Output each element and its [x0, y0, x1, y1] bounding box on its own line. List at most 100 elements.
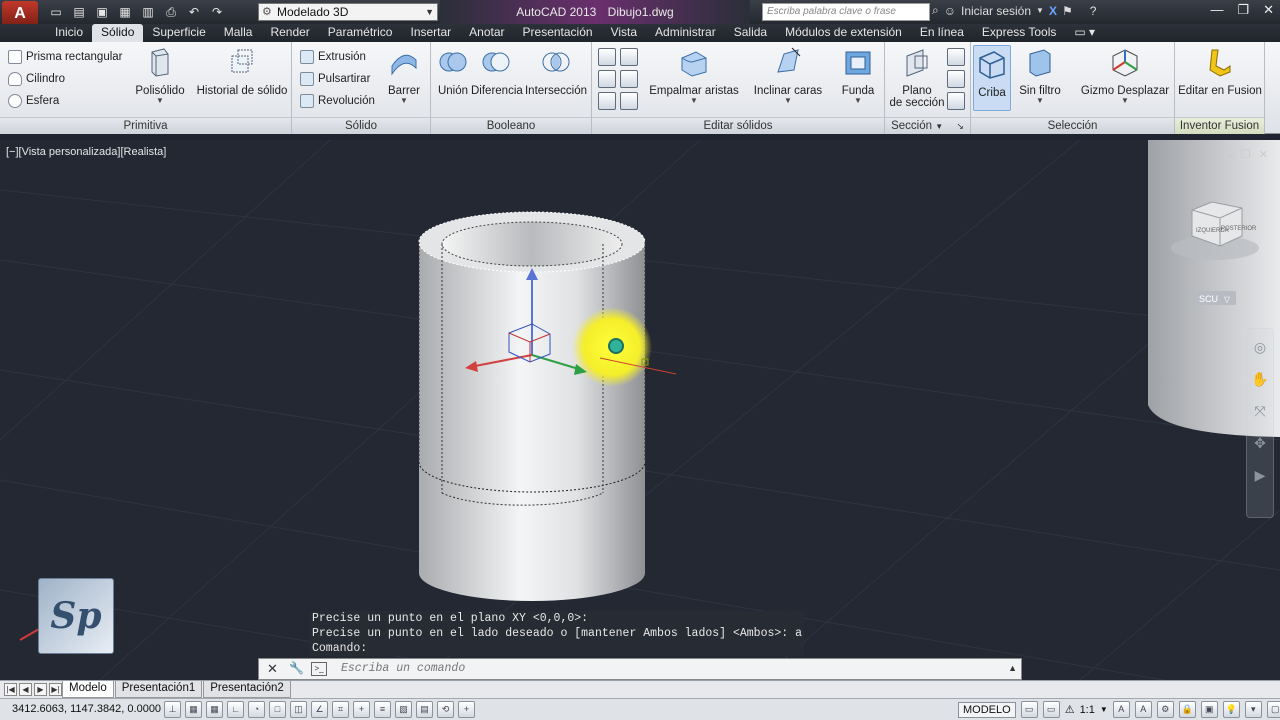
orbit-icon[interactable]: ✥	[1250, 433, 1270, 453]
ribbon-options-icon[interactable]: ▭ ▾	[1065, 24, 1104, 42]
slice-icon[interactable]	[598, 48, 616, 66]
tool-cilindro[interactable]: Cilindro	[8, 72, 65, 86]
tool-revolucion[interactable]: Revolución	[300, 94, 375, 108]
plano-seccion-button[interactable]: Plano de sección	[889, 44, 945, 109]
model-space-canvas[interactable]: IZQUIERDA POSTERIOR SCU ▽	[0, 140, 1280, 680]
osnap-icon[interactable]: □	[269, 701, 286, 718]
inclinar-caras-button[interactable]: Inclinar caras ▼	[750, 44, 826, 105]
annotation-visibility-icon[interactable]: A	[1112, 701, 1130, 718]
last-tab-icon[interactable]: ▶|	[49, 683, 62, 696]
osnap-marker[interactable]	[608, 338, 624, 354]
save-as-icon[interactable]: ▦	[115, 3, 135, 21]
undo-icon[interactable]: ↶	[184, 3, 204, 21]
tab-modelo[interactable]: Modelo	[62, 681, 114, 698]
quick-properties-icon[interactable]: ▤	[416, 701, 433, 718]
first-tab-icon[interactable]: |◀	[4, 683, 17, 696]
close-icon[interactable]: ✕	[1263, 2, 1274, 18]
dyn-icon[interactable]: +	[353, 701, 370, 718]
selection-cycling-icon[interactable]: ⟲	[437, 701, 454, 718]
close-icon[interactable]: ✕	[267, 661, 278, 677]
panel-title-seccion[interactable]: Sección ▼ ↘	[885, 117, 970, 134]
viewport-controls-label[interactable]: [−][Vista personalizada][Realista]	[6, 146, 166, 158]
imprint-icon[interactable]	[598, 70, 616, 88]
isolate-objects-icon[interactable]: 💡	[1222, 701, 1240, 718]
tool-esfera[interactable]: Esfera	[8, 94, 59, 108]
pan-icon[interactable]: ✋	[1250, 369, 1270, 389]
redo-icon[interactable]: ↷	[207, 3, 227, 21]
infer-constraints-icon[interactable]: ⊥	[164, 701, 181, 718]
binoculars-icon[interactable]: ⌕	[932, 3, 939, 18]
coordinates-readout[interactable]: 3412.6063, 1147.3842, 0.0000	[12, 703, 161, 715]
tab-paramétrico[interactable]: Paramétrico	[319, 24, 402, 42]
open-file-icon[interactable]: ▤	[69, 3, 89, 21]
transparency-icon[interactable]: ▧	[395, 701, 412, 718]
panel-title-primitiva[interactable]: Primitiva	[0, 117, 291, 134]
offset-edge-icon[interactable]	[598, 92, 616, 110]
panel-title-editar-solidos[interactable]: Editar sólidos	[592, 117, 884, 134]
viewcube-back-face[interactable]: POSTERIOR	[1221, 226, 1257, 232]
interfere-icon[interactable]	[620, 48, 638, 66]
criba-button[interactable]: Criba	[973, 45, 1011, 111]
tab-salida[interactable]: Salida	[725, 24, 776, 42]
zoom-icon[interactable]: ⤧	[1250, 401, 1270, 421]
polar-icon[interactable]: ◔	[248, 701, 265, 718]
plot-icon[interactable]: ▥	[138, 3, 158, 21]
chevron-down-icon[interactable]: ▼	[1100, 705, 1108, 714]
command-prompt-icon[interactable]: >_	[311, 662, 327, 676]
otrack-icon[interactable]: ∠	[311, 701, 328, 718]
tab-render[interactable]: Render	[261, 24, 318, 42]
drawing-viewport[interactable]: IZQUIERDA POSTERIOR SCU ▽ [−][Vista pers…	[0, 140, 1280, 680]
sin-filtro-button[interactable]: Sin filtro ▼	[1015, 44, 1065, 105]
tab-vista[interactable]: Vista	[602, 24, 646, 42]
annotation-monitor-icon[interactable]: +	[458, 701, 475, 718]
polisolido-button[interactable]: Polisólido ▼	[132, 44, 188, 105]
tab-malla[interactable]: Malla	[215, 24, 262, 42]
lineweight-icon[interactable]: ≡	[374, 701, 391, 718]
interseccion-button[interactable]: Intersección	[523, 44, 589, 97]
dropdown-icon[interactable]: ▼	[1036, 6, 1044, 15]
gizmo-desplazar-button[interactable]: Gizmo Desplazar ▼	[1077, 44, 1173, 105]
tool-prisma-rectangular[interactable]: Prisma rectangular	[8, 50, 123, 64]
ortho-icon[interactable]: ∟	[227, 701, 244, 718]
close-icon[interactable]: ✕	[1259, 148, 1268, 161]
customize-icon[interactable]: 🔧	[289, 661, 304, 675]
union-button[interactable]: Unión	[433, 44, 473, 97]
minimize-icon[interactable]: —	[1210, 2, 1223, 18]
section-2d-icon[interactable]	[947, 92, 965, 110]
dialog-launcher-icon[interactable]: ↘	[956, 121, 964, 131]
3d-osnap-icon[interactable]: ◫	[290, 701, 307, 718]
status-menu-icon[interactable]: ▾	[1244, 701, 1262, 718]
communication-icon[interactable]: ⚑	[1062, 4, 1073, 18]
quick-view-drawings-icon[interactable]: ▭	[1042, 701, 1060, 718]
quick-view-layouts-icon[interactable]: ▭	[1020, 701, 1038, 718]
barrer-button[interactable]: Barrer ▼	[384, 44, 424, 105]
next-tab-icon[interactable]: ▶	[34, 683, 47, 696]
snap-icon[interactable]: ▦	[185, 701, 202, 718]
historial-solido-button[interactable]: Historial de sólido	[194, 44, 290, 97]
live-section-icon[interactable]	[947, 48, 965, 66]
diferencia-button[interactable]: Diferencia	[471, 44, 523, 97]
autoscale-icon[interactable]: A	[1134, 701, 1152, 718]
print-icon[interactable]: ⎙	[161, 3, 181, 21]
empalmar-aristas-button[interactable]: Empalmar aristas ▼	[646, 44, 742, 105]
separate-icon[interactable]	[620, 92, 638, 110]
tool-pulsartirar[interactable]: Pulsartirar	[300, 72, 370, 86]
panel-title-solido[interactable]: Sólido	[292, 117, 430, 134]
workspace-select[interactable]: ⚙ Modelado 3D ▼	[258, 3, 438, 21]
add-jog-icon[interactable]	[947, 70, 965, 88]
maximize-icon[interactable]: ❐	[1237, 2, 1249, 18]
exchange-icon[interactable]: X	[1049, 4, 1057, 18]
hardware-acceleration-icon[interactable]: ▣	[1200, 701, 1218, 718]
editar-fusion-button[interactable]: Editar en Fusion	[1177, 44, 1263, 97]
restore-icon[interactable]: ❐	[1241, 148, 1251, 161]
signin-link[interactable]: Iniciar sesión	[961, 4, 1031, 18]
tab-presentación[interactable]: Presentación	[514, 24, 602, 42]
extract-edges-icon[interactable]	[620, 70, 638, 88]
panel-title-booleano[interactable]: Booleano	[431, 117, 591, 134]
tab-insertar[interactable]: Insertar	[401, 24, 460, 42]
workspace-switch-icon[interactable]: ⚙	[1156, 701, 1174, 718]
model-space-toggle[interactable]: MODELO	[958, 701, 1016, 718]
funda-button[interactable]: Funda ▼	[836, 44, 880, 105]
save-icon[interactable]: ▣	[92, 3, 112, 21]
new-file-icon[interactable]: ▭	[46, 3, 66, 21]
